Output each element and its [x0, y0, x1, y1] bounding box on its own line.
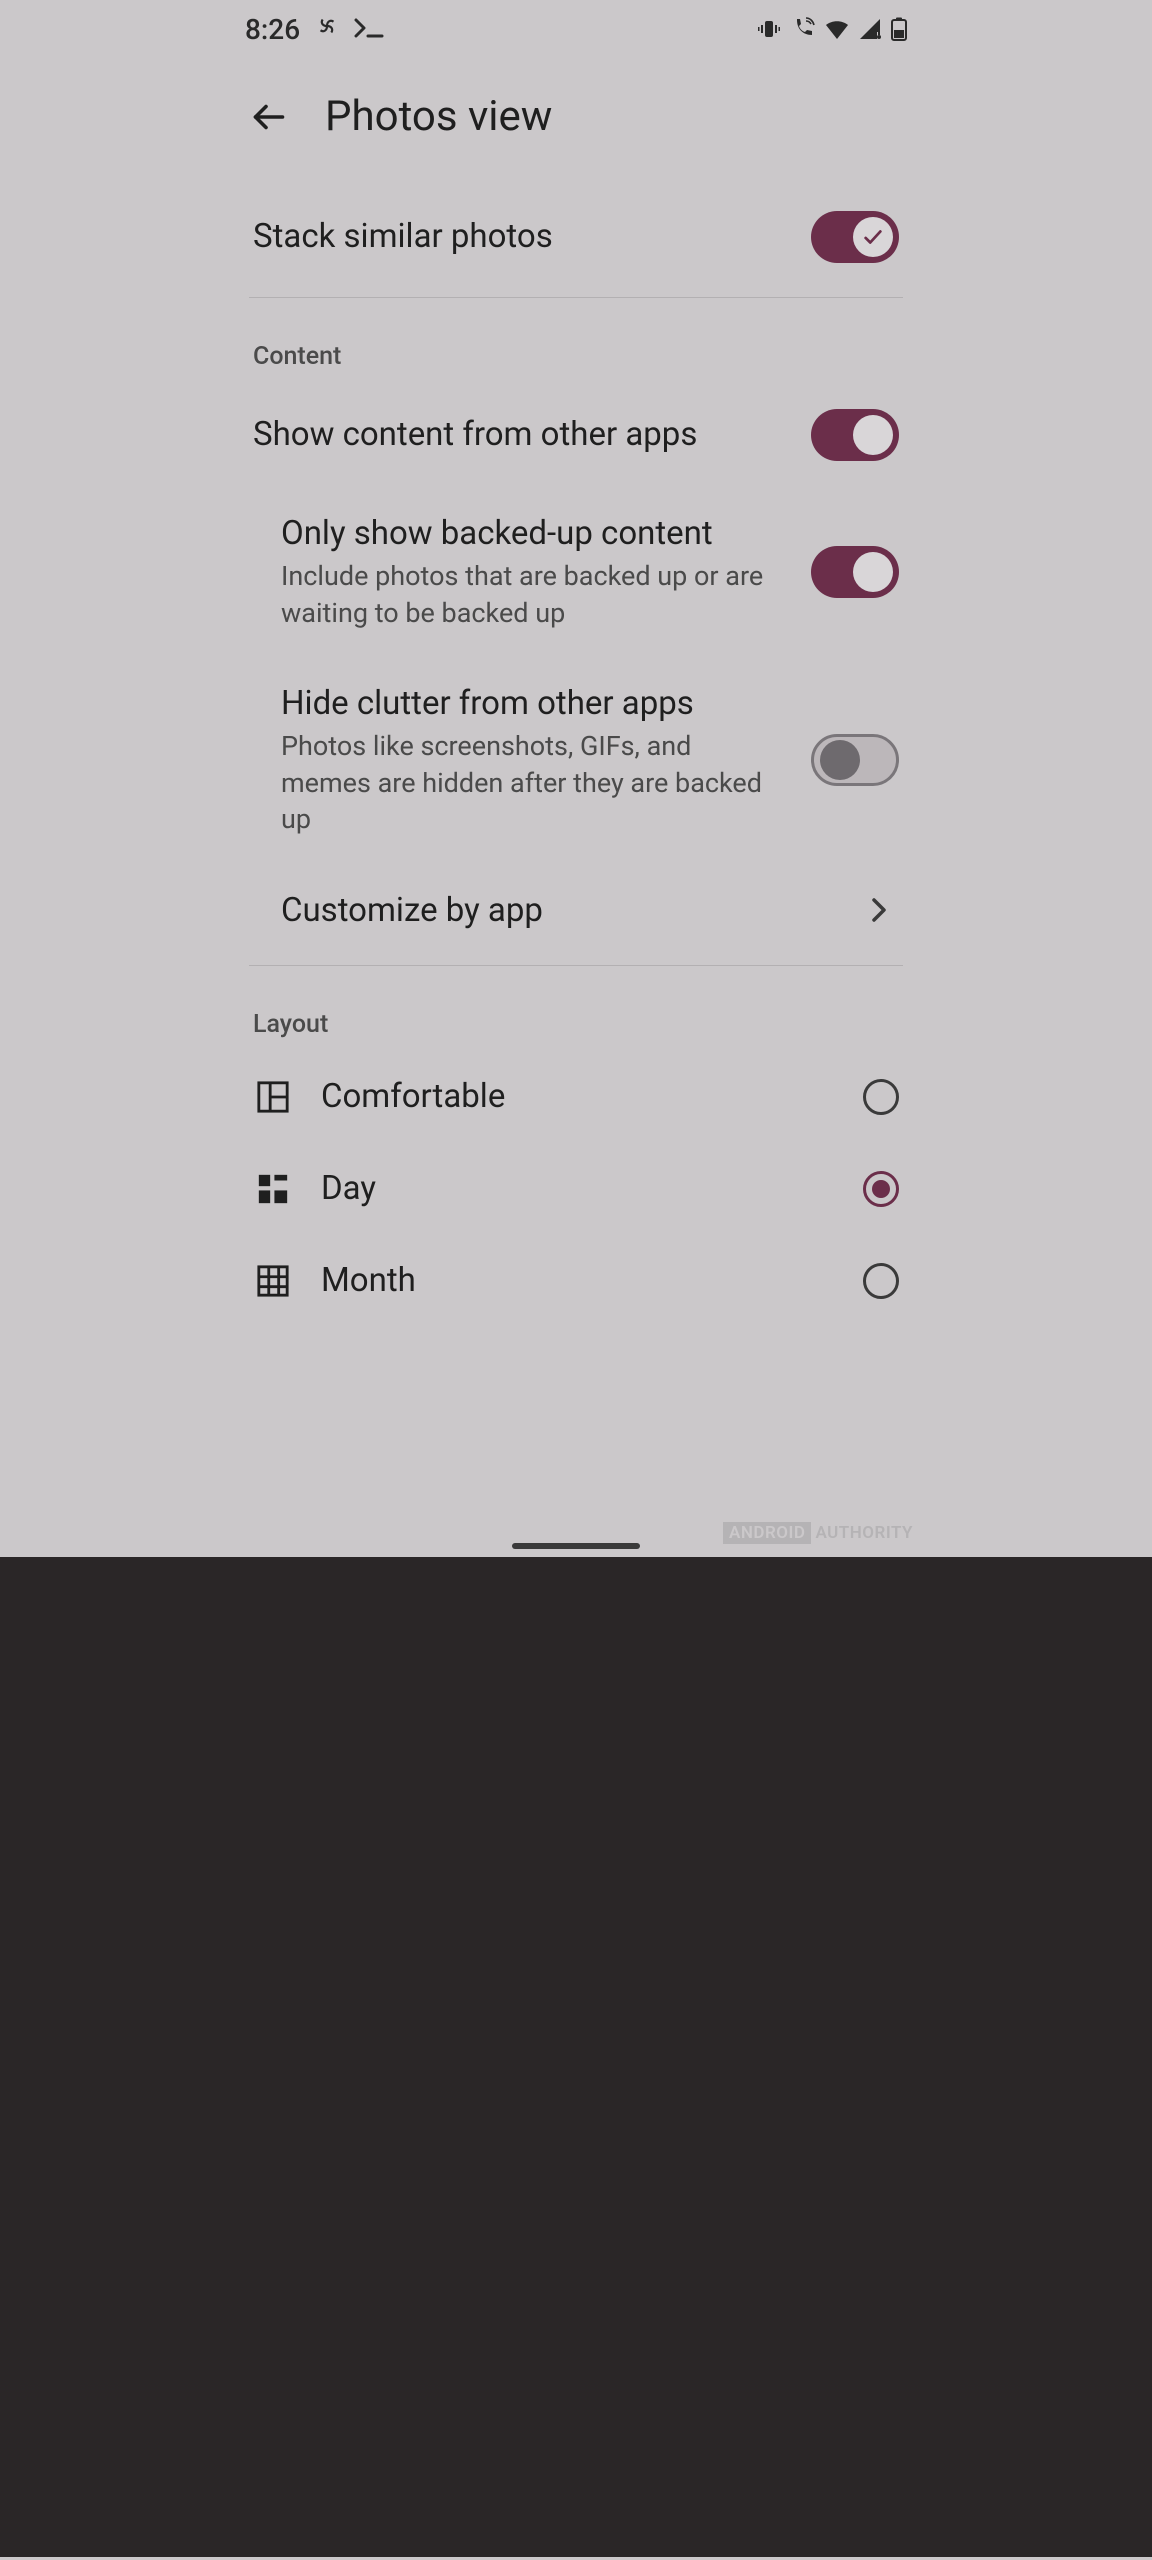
layout-comfortable-label: Comfortable: [321, 1077, 835, 1116]
status-time: 8:26: [245, 13, 300, 46]
signal-icon: [859, 18, 881, 40]
only-backed-up-title: Only show backed-up content: [281, 513, 787, 554]
app-bar: Photos view: [223, 58, 929, 185]
row-only-backed-up[interactable]: Only show backed-up content Include phot…: [223, 487, 929, 657]
stack-similar-title: Stack similar photos: [253, 216, 787, 257]
layout-day-label: Day: [321, 1169, 835, 1208]
watermark-brand: ANDROID: [723, 1522, 811, 1544]
day-grid-icon: [253, 1169, 293, 1209]
hide-clutter-sub: Photos like screenshots, GIFs, and memes…: [281, 728, 787, 837]
only-backed-up-toggle[interactable]: [811, 546, 899, 598]
only-backed-up-sub: Include photos that are backed up or are…: [281, 558, 787, 631]
row-stack-similar[interactable]: Stack similar photos: [223, 185, 929, 289]
show-other-apps-toggle[interactable]: [811, 409, 899, 461]
layout-option-month[interactable]: Month: [223, 1235, 929, 1327]
chevron-right-icon: [859, 890, 899, 930]
month-grid-icon: [253, 1261, 293, 1301]
layout-month-label: Month: [321, 1261, 835, 1300]
pinwheel-icon: [314, 13, 340, 46]
status-bar: 8:26: [223, 0, 929, 58]
section-header-layout: Layout: [223, 974, 929, 1051]
wifi-calling-icon: [791, 17, 815, 41]
layout-comfortable-radio[interactable]: [863, 1079, 899, 1115]
page-title: Photos view: [325, 92, 552, 141]
comfortable-icon: [253, 1077, 293, 1117]
screen: 8:26: [223, 0, 929, 1557]
nav-home-pill[interactable]: [512, 1543, 640, 1549]
back-button[interactable]: [249, 97, 289, 137]
vibrate-icon: [757, 17, 781, 41]
watermark-name: AUTHORITY: [815, 1523, 913, 1543]
layout-option-comfortable[interactable]: Comfortable: [223, 1051, 929, 1143]
stack-similar-toggle[interactable]: [811, 211, 899, 263]
check-icon: [862, 226, 884, 248]
hide-clutter-toggle[interactable]: [811, 734, 899, 786]
battery-icon: [891, 17, 907, 41]
row-show-other-apps[interactable]: Show content from other apps: [223, 383, 929, 487]
status-left: 8:26: [245, 13, 384, 46]
divider: [249, 297, 903, 298]
layout-option-day[interactable]: Day: [223, 1143, 929, 1235]
wifi-icon: [825, 18, 849, 40]
divider: [249, 965, 903, 966]
layout-day-radio[interactable]: [863, 1171, 899, 1207]
hide-clutter-title: Hide clutter from other apps: [281, 683, 787, 724]
row-hide-clutter[interactable]: Hide clutter from other apps Photos like…: [223, 657, 929, 864]
show-other-apps-title: Show content from other apps: [253, 414, 787, 455]
layout-month-radio[interactable]: [863, 1263, 899, 1299]
status-right: [757, 17, 907, 41]
terminal-icon: [354, 13, 384, 46]
customize-by-app-title: Customize by app: [281, 890, 835, 931]
arrow-left-icon: [251, 99, 287, 135]
page-background: [0, 1557, 1152, 2557]
row-customize-by-app[interactable]: Customize by app: [223, 864, 929, 957]
section-header-content: Content: [223, 306, 929, 383]
watermark: ANDROIDAUTHORITY: [723, 1523, 913, 1543]
